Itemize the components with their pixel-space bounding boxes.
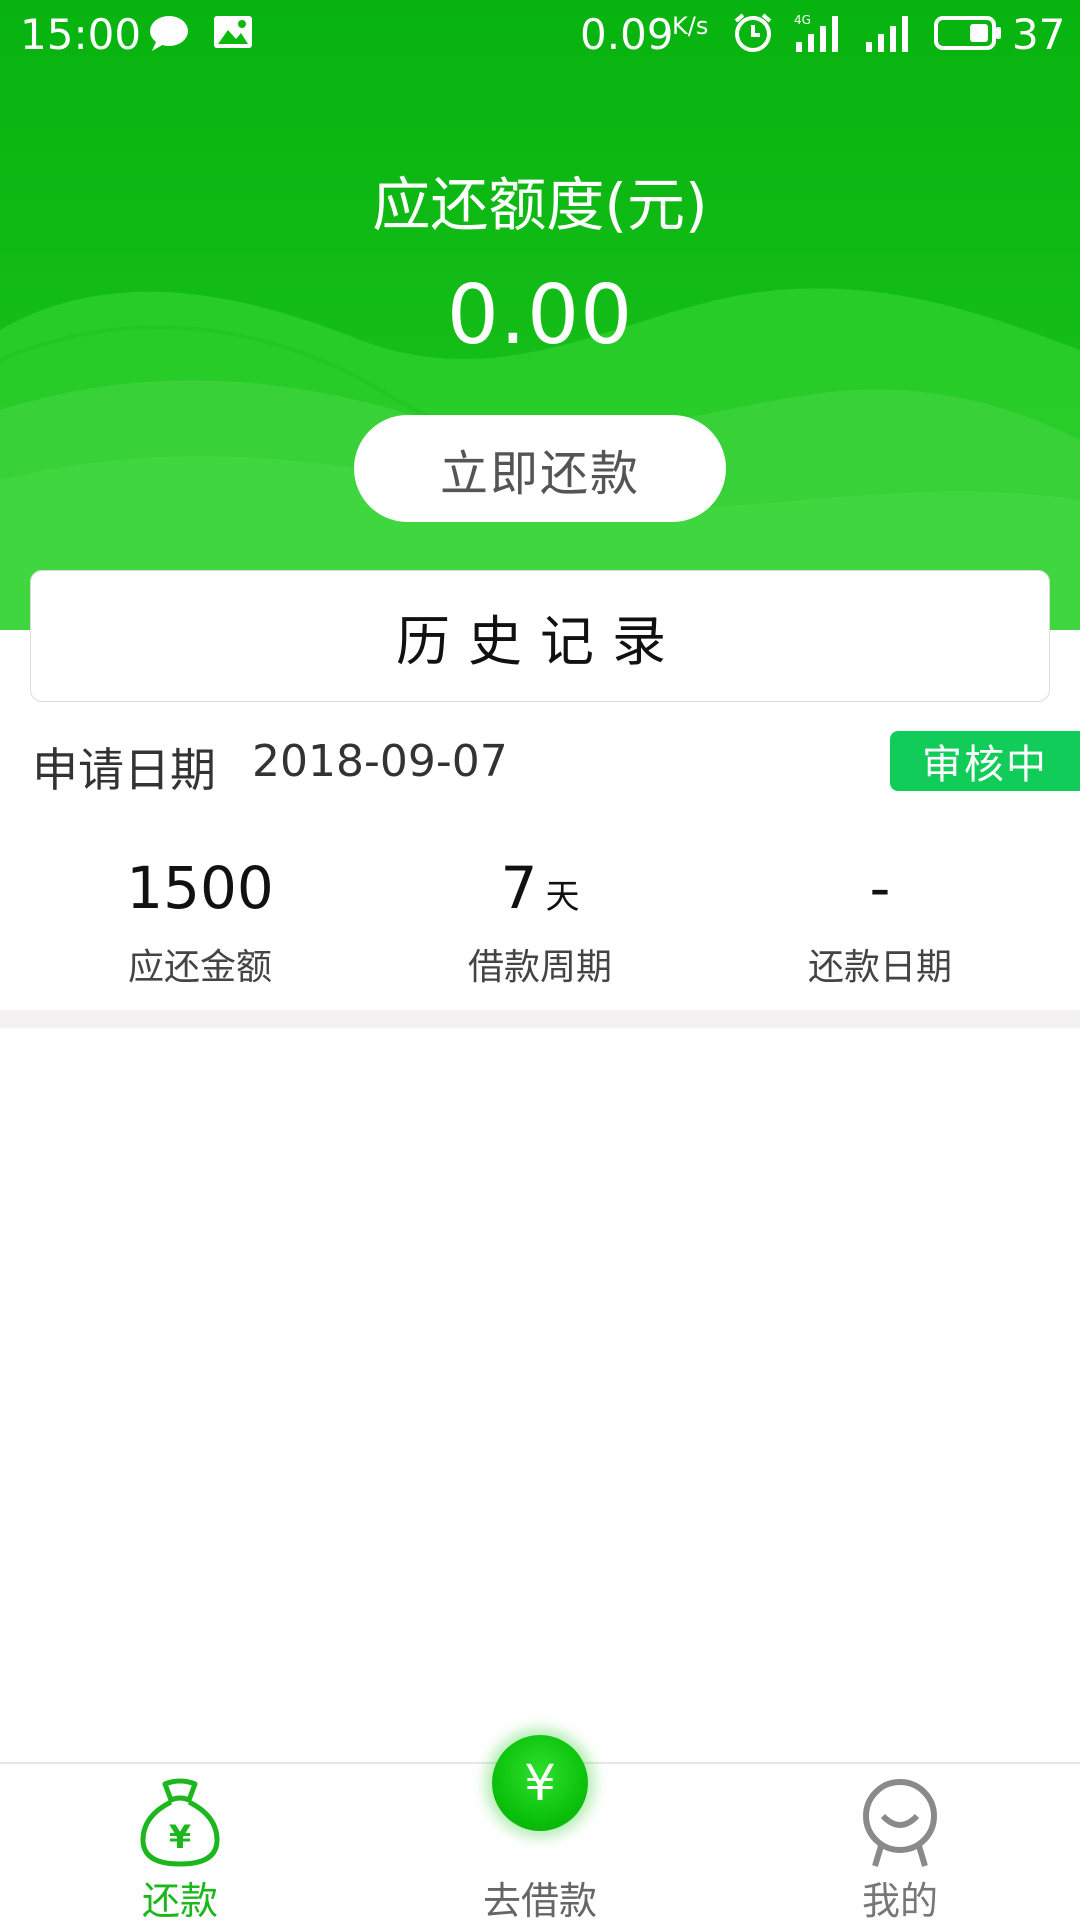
stat-label: 借款周期 bbox=[467, 947, 612, 988]
borrow-fab-button[interactable]: ¥ bbox=[492, 1735, 588, 1831]
apply-date-label: 申请日期 bbox=[32, 743, 216, 797]
image-icon bbox=[214, 16, 252, 48]
stat-loan-period: 7天 借款周期 bbox=[370, 852, 710, 990]
stat-value: 1500 bbox=[126, 854, 274, 922]
battery-level: 37 bbox=[1012, 10, 1066, 59]
svg-text:4G: 4G bbox=[794, 13, 811, 27]
stat-amount-due: 1500 应还金额 bbox=[30, 852, 370, 990]
nav-item-repay[interactable]: ¥ 还款 bbox=[60, 1764, 300, 1920]
stat-label: 应还金额 bbox=[127, 947, 272, 988]
apply-date-value: 2018-09-07 bbox=[252, 736, 508, 787]
amount-due-title: 应还额度(元) bbox=[372, 171, 708, 239]
history-records-title: 历史记录 bbox=[396, 609, 684, 673]
user-icon bbox=[863, 1779, 937, 1867]
history-records-card[interactable]: 历史记录 bbox=[30, 570, 1050, 702]
status-badge: 审核中 bbox=[890, 731, 1080, 791]
nav-label: 去借款 bbox=[482, 1879, 597, 1920]
stat-value: - bbox=[869, 854, 891, 922]
nav-label: 还款 bbox=[141, 1879, 218, 1920]
stat-unit: 天 bbox=[545, 877, 580, 917]
yen-icon: ¥ bbox=[524, 1754, 556, 1812]
message-icon bbox=[150, 16, 188, 51]
status-time: 15:00 bbox=[20, 10, 142, 59]
stat-value: 7天 bbox=[500, 854, 580, 922]
alarm-icon bbox=[734, 13, 772, 52]
stat-label: 还款日期 bbox=[807, 947, 952, 988]
network-speed-unit: K/s bbox=[672, 12, 709, 40]
money-bag-icon: ¥ bbox=[140, 1778, 220, 1867]
repay-now-button[interactable]: 立即还款 bbox=[354, 415, 726, 522]
signal-icon bbox=[866, 16, 908, 52]
nav-label: 我的 bbox=[861, 1879, 938, 1920]
4g-signal-icon: 4G bbox=[794, 13, 838, 52]
network-speed: 0.09 bbox=[580, 10, 674, 59]
header-banner: 15:00 0.09 K/s 4G 37 应还额度(元) 0.00 bbox=[0, 0, 1080, 630]
section-divider bbox=[0, 1010, 1080, 1028]
svg-text:¥: ¥ bbox=[169, 1818, 191, 1856]
amount-due-value: 0.00 bbox=[446, 268, 634, 363]
nav-item-mine[interactable]: 我的 bbox=[780, 1764, 1020, 1920]
status-bar: 15:00 0.09 K/s 4G 37 bbox=[0, 0, 1080, 68]
stat-repay-date: - 还款日期 bbox=[710, 852, 1050, 990]
battery-icon bbox=[934, 16, 1001, 50]
